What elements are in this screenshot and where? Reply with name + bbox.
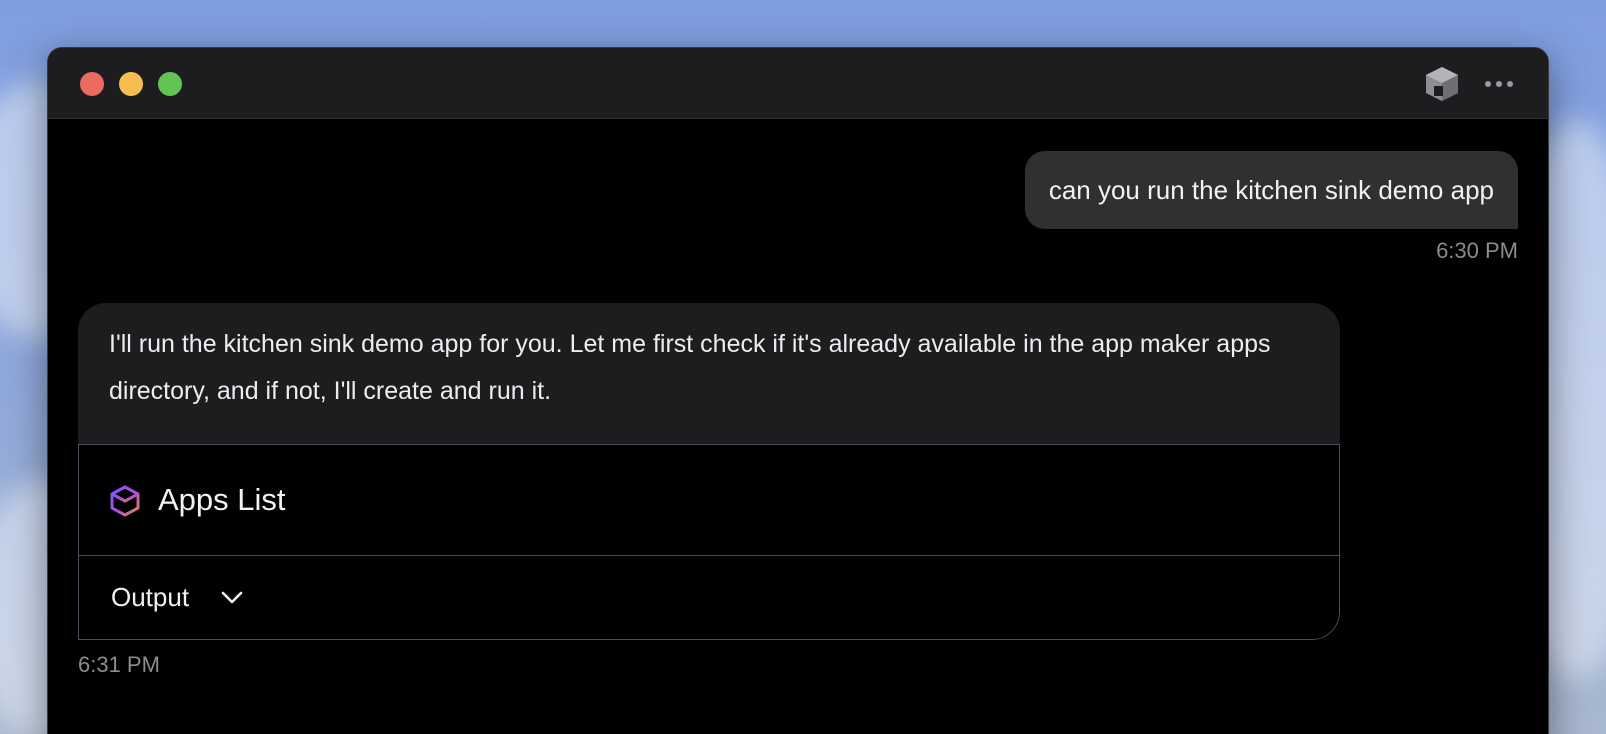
tool-call-card: Apps List Output bbox=[78, 444, 1340, 640]
title-bar bbox=[48, 48, 1548, 119]
chat-window: can you run the kitchen sink demo app 6:… bbox=[48, 48, 1548, 734]
user-message-bubble: can you run the kitchen sink demo app bbox=[1024, 151, 1518, 229]
more-dot bbox=[1496, 81, 1502, 87]
output-label: Output bbox=[111, 582, 190, 612]
assistant-message-text: I'll run the kitchen sink demo app for y… bbox=[78, 303, 1340, 444]
assistant-message-timestamp: 6:31 PM bbox=[78, 652, 160, 677]
more-dot bbox=[1507, 81, 1513, 87]
user-message-text: can you run the kitchen sink demo app bbox=[1048, 175, 1494, 205]
cube-icon[interactable] bbox=[1422, 64, 1462, 104]
tool-call-header: Apps List bbox=[79, 445, 1339, 556]
more-icon[interactable] bbox=[1480, 66, 1518, 102]
maximize-window-button[interactable] bbox=[158, 72, 182, 96]
minimize-window-button[interactable] bbox=[119, 72, 143, 96]
user-message-timestamp: 6:30 PM bbox=[1436, 238, 1518, 263]
close-window-button[interactable] bbox=[80, 72, 104, 96]
cube-icon bbox=[109, 485, 141, 517]
assistant-message-bubble: I'll run the kitchen sink demo app for y… bbox=[78, 303, 1340, 640]
chevron-down-icon[interactable] bbox=[219, 584, 245, 610]
output-toggle[interactable]: Output bbox=[79, 556, 1339, 640]
more-dot bbox=[1485, 81, 1491, 87]
tool-call-title: Apps List bbox=[158, 482, 286, 517]
